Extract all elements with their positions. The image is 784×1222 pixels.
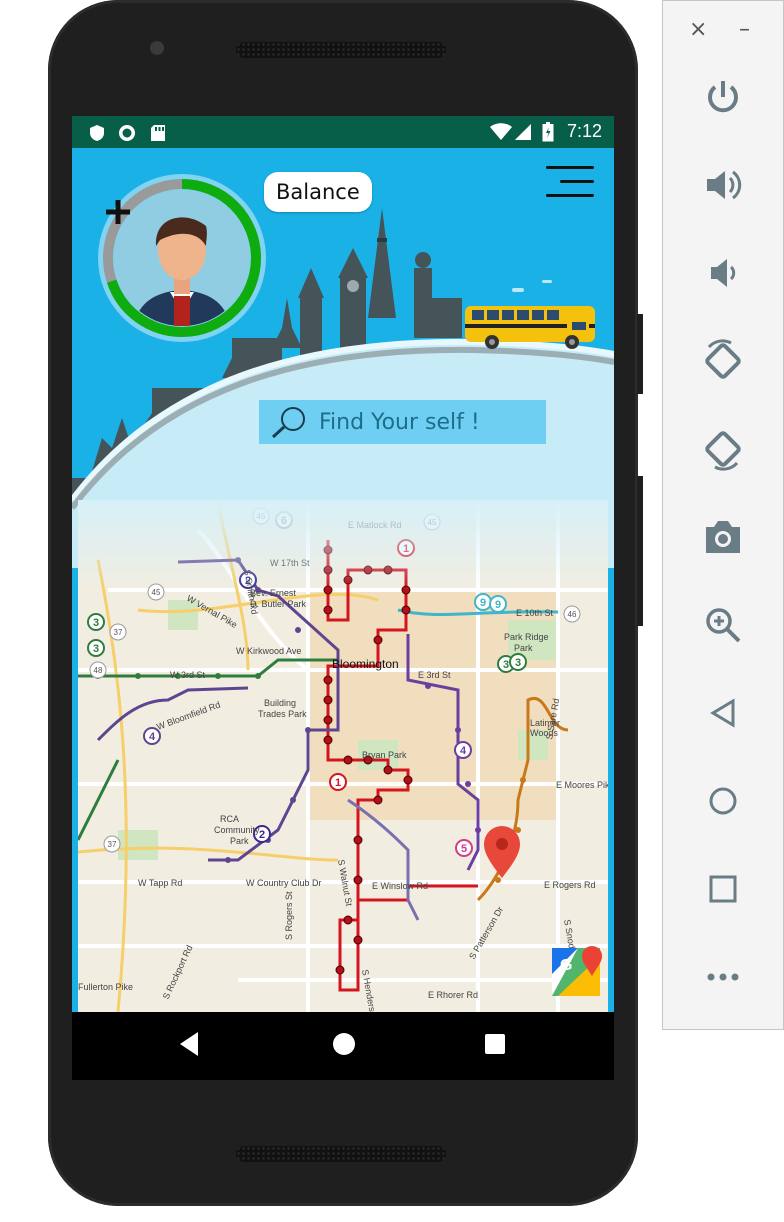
- emu-overview-button[interactable]: [699, 865, 747, 913]
- bottom-speaker: [236, 1146, 446, 1162]
- svg-text:46: 46: [568, 610, 577, 619]
- zoom-icon: [706, 608, 741, 643]
- transit-map[interactable]: 6 1 2 3 3 9 9 3 3 4 4 1 5 2 45: [78, 500, 608, 1012]
- screenshot-button[interactable]: [699, 513, 747, 561]
- volume-up-icon: [707, 170, 742, 200]
- svg-text:Community: Community: [214, 825, 260, 835]
- svg-text:E Rhorer Rd: E Rhorer Rd: [428, 990, 478, 1000]
- rotate-left-button[interactable]: [699, 337, 747, 385]
- map-fade-overlay: [78, 500, 608, 590]
- svg-text:Park: Park: [230, 836, 249, 846]
- minimize-button[interactable]: –: [739, 17, 750, 42]
- top-speaker: [236, 42, 446, 58]
- svg-text:E 10th St: E 10th St: [516, 608, 554, 618]
- svg-text:W Kirkwood Ave: W Kirkwood Ave: [236, 646, 301, 656]
- android-nav-bar: [72, 1012, 614, 1080]
- rotate-left-icon: [705, 339, 741, 379]
- rotate-right-icon: [705, 431, 741, 471]
- svg-text:37: 37: [114, 628, 123, 637]
- svg-text:W 3rd St: W 3rd St: [170, 670, 206, 680]
- home-icon[interactable]: [330, 1030, 358, 1058]
- balance-button[interactable]: Balance: [264, 172, 372, 212]
- balance-label: Balance: [276, 180, 360, 204]
- rotate-right-button[interactable]: [699, 425, 747, 473]
- volume-side-button[interactable]: [637, 476, 643, 626]
- record-icon: [119, 125, 135, 141]
- search-placeholder: Find Your self !: [319, 409, 480, 435]
- svg-text:Bloomington: Bloomington: [332, 657, 399, 671]
- search-icon: [271, 407, 305, 439]
- status-time: 7:12: [566, 121, 602, 141]
- route-marker: 3: [515, 657, 521, 669]
- profile-avatar[interactable]: [90, 172, 274, 342]
- route-marker: 3: [503, 659, 509, 671]
- menu-line: [546, 166, 594, 169]
- route-marker: 3: [93, 617, 99, 629]
- back-icon: [710, 698, 735, 728]
- more-icon: [707, 973, 739, 981]
- route-marker: 4: [149, 731, 156, 743]
- app-content: Balance Find Your self ! 3 3 9 9 3 3 4 4…: [72, 148, 614, 1012]
- volume-up-button[interactable]: [699, 161, 747, 209]
- power-side-button[interactable]: [637, 314, 643, 394]
- svg-text:G: G: [560, 957, 572, 974]
- route-marker: 4: [460, 745, 467, 757]
- front-camera: [150, 41, 164, 55]
- svg-text:E Winslow Rd: E Winslow Rd: [372, 881, 428, 891]
- svg-text:Park: Park: [514, 643, 533, 653]
- svg-text:W Tapp Rd: W Tapp Rd: [138, 878, 182, 888]
- menu-button[interactable]: [546, 164, 596, 200]
- svg-text:48: 48: [94, 666, 103, 675]
- search-bar[interactable]: Find Your self !: [259, 400, 546, 444]
- svg-text:E Moores Pike: E Moores Pike: [556, 780, 608, 790]
- route-marker: 3: [93, 643, 99, 655]
- signal-icon: [515, 124, 531, 140]
- shield-icon: [90, 125, 104, 141]
- svg-text:RCA: RCA: [220, 814, 239, 824]
- power-button[interactable]: [699, 73, 747, 121]
- emu-home-button[interactable]: [699, 777, 747, 825]
- svg-text:E Rogers Rd: E Rogers Rd: [544, 880, 596, 890]
- power-icon: [708, 81, 738, 113]
- svg-text:E 3rd St: E 3rd St: [418, 670, 451, 680]
- camera-icon: [706, 521, 740, 553]
- home-icon: [709, 787, 737, 815]
- back-icon[interactable]: [178, 1030, 202, 1058]
- menu-line: [560, 180, 594, 183]
- battery-icon: [542, 122, 554, 142]
- route-marker: 5: [461, 843, 467, 855]
- recents-icon[interactable]: [482, 1030, 508, 1058]
- svg-text:Fullerton Pike: Fullerton Pike: [78, 982, 133, 992]
- svg-text:Trades Park: Trades Park: [258, 709, 307, 719]
- status-bar: 7:12: [72, 116, 614, 148]
- svg-text:Building: Building: [264, 698, 296, 708]
- menu-line: [546, 194, 594, 197]
- svg-text:Bryan Park: Bryan Park: [362, 750, 407, 760]
- wifi-icon: [490, 123, 512, 140]
- svg-text:W Country Club Dr: W Country Club Dr: [246, 878, 322, 888]
- zoom-button[interactable]: [699, 601, 747, 649]
- svg-text:37: 37: [108, 840, 117, 849]
- more-button[interactable]: [699, 953, 747, 1001]
- route-marker: 9: [480, 597, 486, 609]
- emulator-toolbar: × –: [662, 0, 784, 1030]
- close-button[interactable]: ×: [689, 17, 707, 42]
- svg-text:Park Ridge: Park Ridge: [504, 632, 549, 642]
- volume-down-icon: [711, 259, 736, 287]
- phone-screen: 7:12 Balance Find Your self ! 3 3 9 9 3 …: [72, 116, 614, 1080]
- route-marker: 1: [335, 777, 341, 789]
- overview-icon: [709, 875, 737, 903]
- volume-down-button[interactable]: [699, 249, 747, 297]
- route-marker: 9: [495, 599, 501, 611]
- sd-card-icon: [151, 125, 165, 141]
- svg-text:S Rogers St: S Rogers St: [284, 891, 294, 940]
- route-marker: 2: [259, 829, 265, 841]
- emu-back-button[interactable]: [699, 689, 747, 737]
- google-maps-icon: G: [552, 946, 602, 996]
